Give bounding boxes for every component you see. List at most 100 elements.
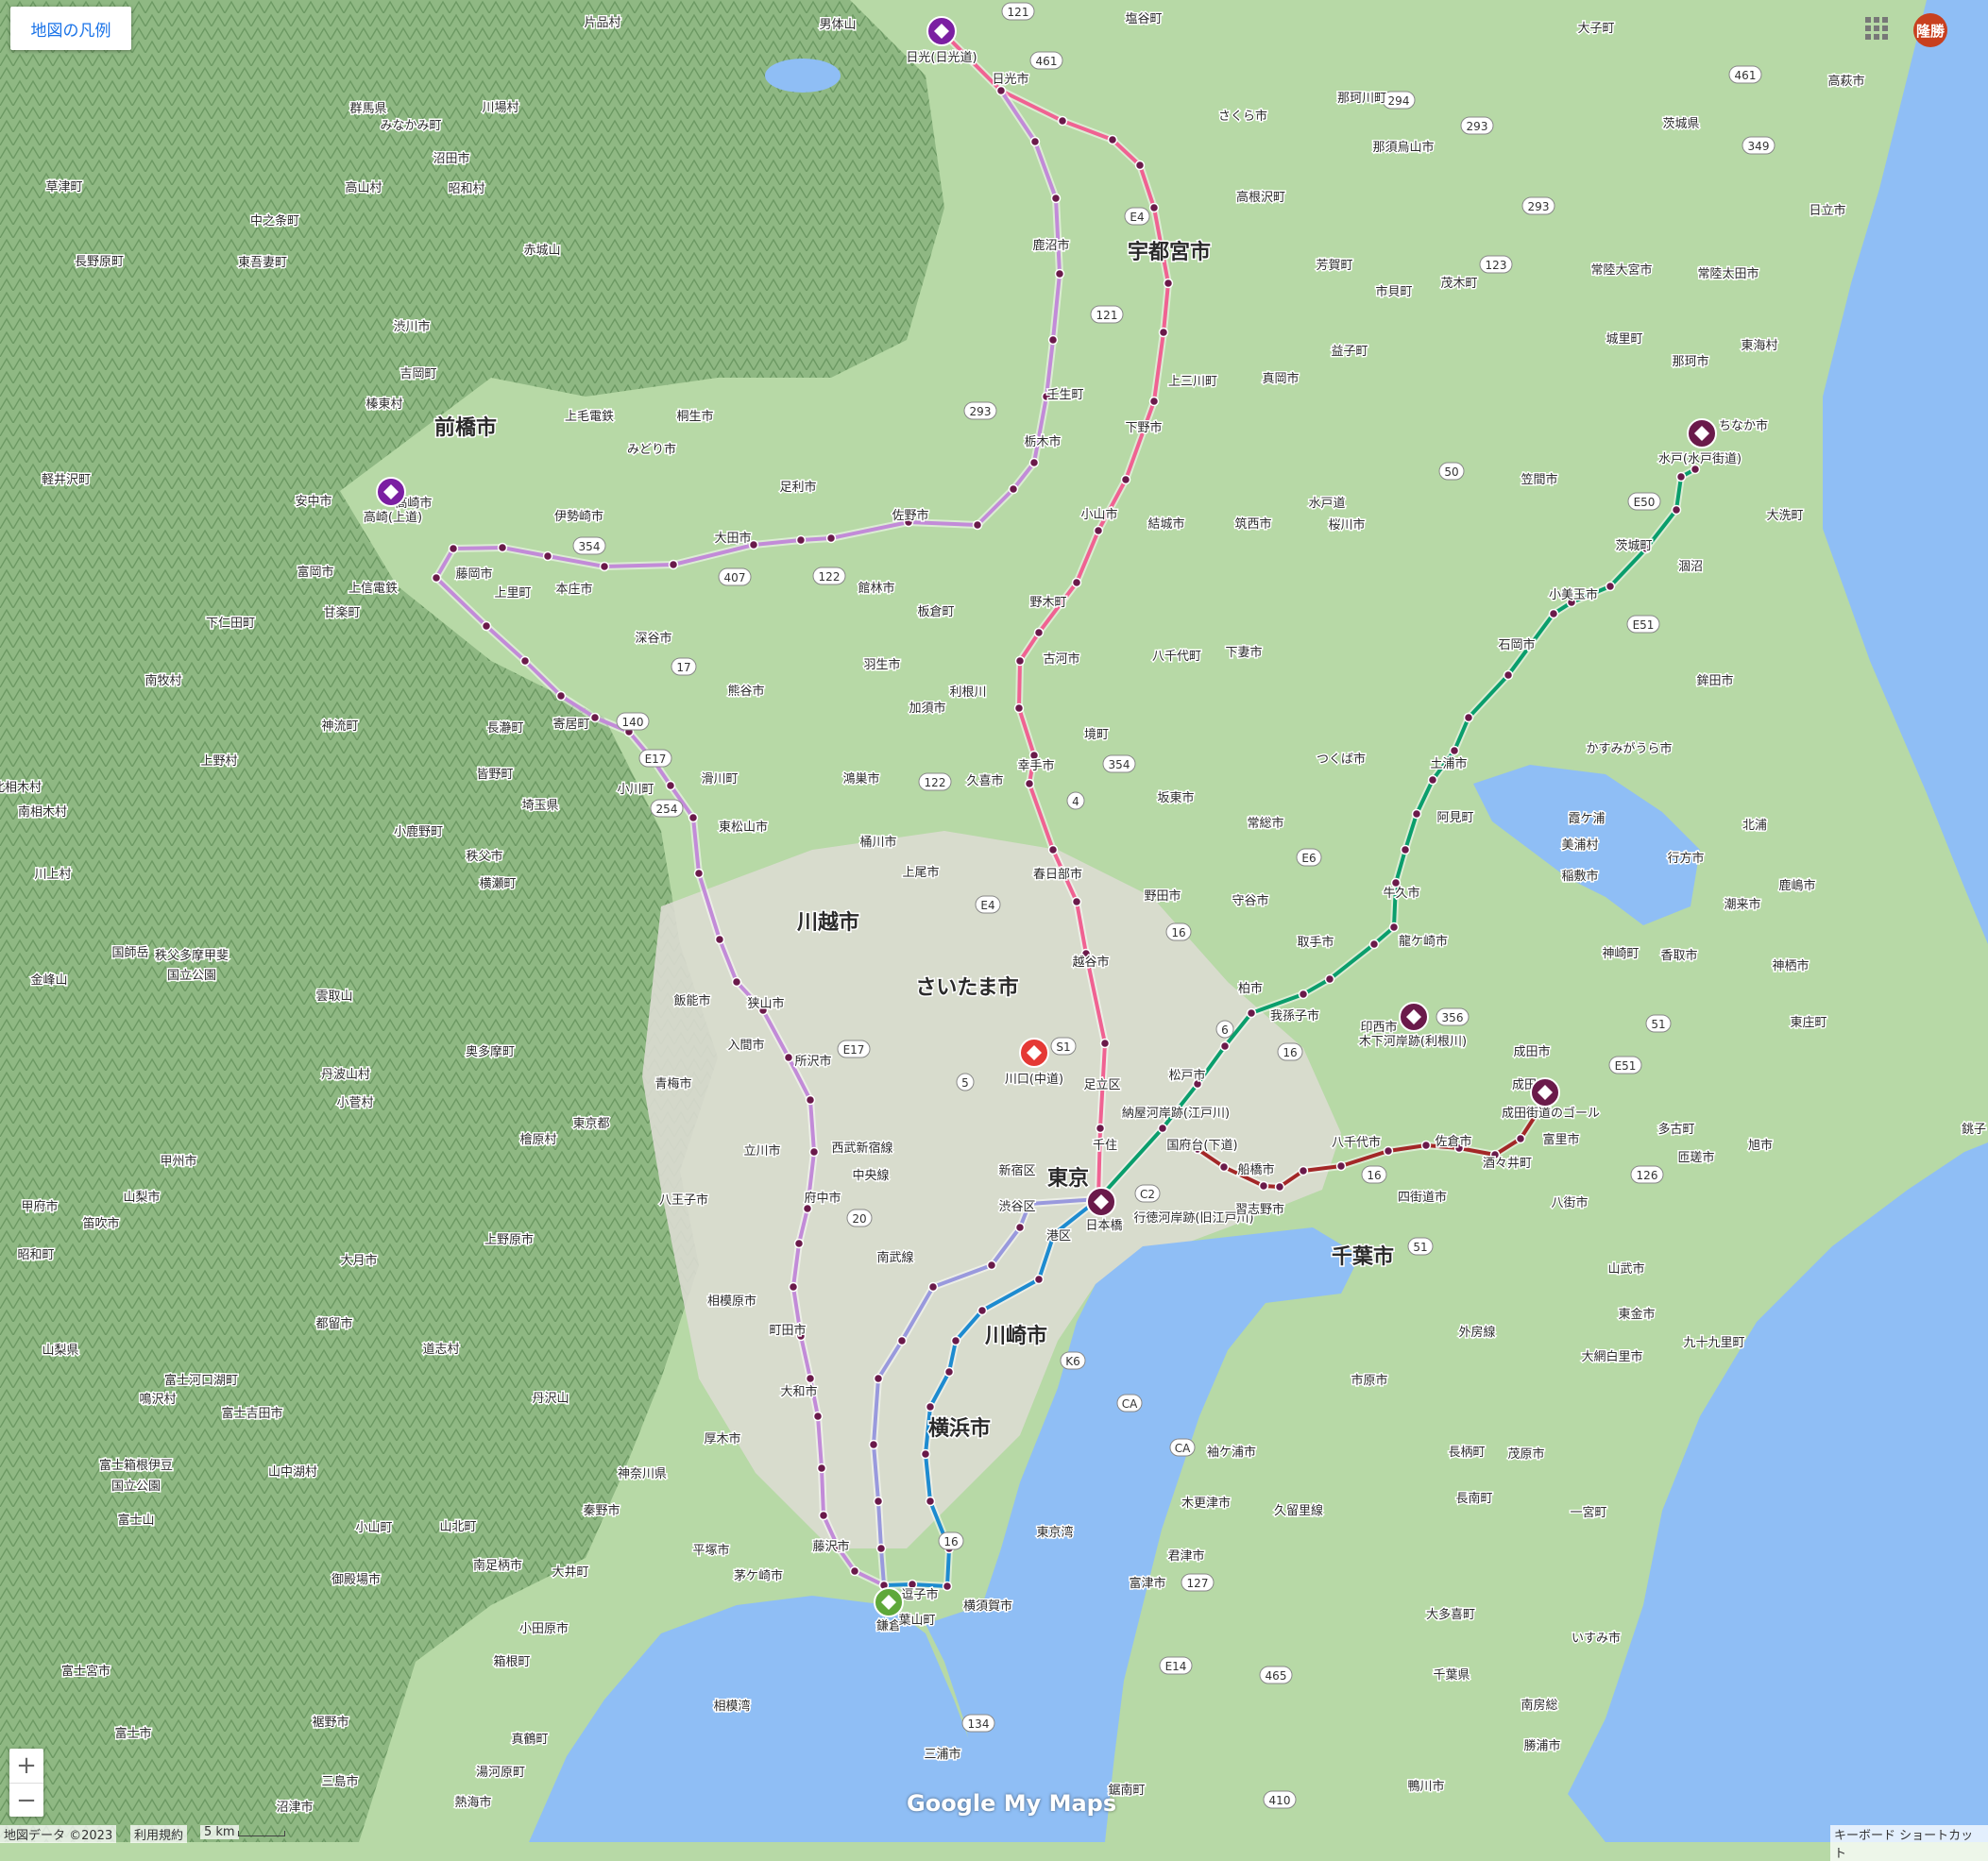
route-stop-nikko[interactable] xyxy=(1163,278,1174,289)
route-stop-mito[interactable] xyxy=(1427,774,1438,786)
route-stop-nakasendo[interactable] xyxy=(1050,193,1062,204)
route-stop-mito[interactable] xyxy=(1368,939,1380,950)
zoom-in-button[interactable]: + xyxy=(9,1749,43,1783)
route-stop-mito[interactable] xyxy=(1671,504,1682,516)
route-stop-nikko[interactable] xyxy=(1107,134,1118,145)
route-stop-nakasendo[interactable] xyxy=(542,550,553,562)
route-stop-narita[interactable] xyxy=(1383,1145,1394,1157)
route-stop-narita[interactable] xyxy=(1274,1181,1285,1193)
route-stop-nikko[interactable] xyxy=(1148,202,1160,213)
route-stop-nakasendo[interactable] xyxy=(1028,457,1040,468)
route-stop-mito[interactable] xyxy=(1324,973,1335,985)
takasaki-marker[interactable] xyxy=(376,477,406,507)
route-stop-mito[interactable] xyxy=(1157,1123,1168,1134)
route-stop-narita[interactable] xyxy=(1515,1133,1526,1144)
route-stop-nikko[interactable] xyxy=(1033,627,1045,638)
route-stop-nakasendo[interactable] xyxy=(1029,136,1041,147)
route-stop-nakasendo[interactable] xyxy=(1047,334,1059,346)
route-stop-nakasendo[interactable] xyxy=(795,534,807,546)
route-stop-nakasendo[interactable] xyxy=(688,812,699,823)
route-stop-nakasendo[interactable] xyxy=(448,543,459,554)
route-stop-kamakura[interactable] xyxy=(873,1373,884,1384)
route-stop-nakasendo[interactable] xyxy=(693,868,705,879)
route-stop-kamakura[interactable] xyxy=(1014,1222,1026,1233)
route-stop-nakasendo[interactable] xyxy=(805,1373,816,1384)
map-legend-button[interactable]: 地図の凡例 xyxy=(10,7,131,50)
route-stop-nikko[interactable] xyxy=(1093,525,1104,536)
route-stop-nikko[interactable] xyxy=(1148,396,1160,407)
route-stop-nakasendo[interactable] xyxy=(816,1463,827,1474)
route-stop-nikko[interactable] xyxy=(1024,778,1035,789)
route-stop-mito[interactable] xyxy=(1675,471,1687,482)
route-stop-tokaido[interactable] xyxy=(943,1366,955,1378)
route-stop-mito[interactable] xyxy=(1449,745,1460,756)
route-stop-mito[interactable] xyxy=(1246,1007,1257,1019)
route-stop-tokaido[interactable] xyxy=(942,1581,953,1592)
route-stop-tokaido[interactable] xyxy=(1033,1274,1045,1285)
narita-goal-marker[interactable] xyxy=(1530,1077,1560,1108)
route-stop-nakasendo[interactable] xyxy=(481,620,492,632)
nikko-marker[interactable] xyxy=(926,16,957,46)
route-stop-nakasendo[interactable] xyxy=(849,1565,860,1577)
route-stop-nikko[interactable] xyxy=(1134,160,1146,171)
route-stop-nikko[interactable] xyxy=(1013,702,1025,714)
route-stop-mito[interactable] xyxy=(1219,1040,1231,1052)
zoom-out-button[interactable]: − xyxy=(9,1784,43,1818)
route-stop-nakasendo[interactable] xyxy=(731,976,742,988)
route-stop-kamakura[interactable] xyxy=(896,1335,908,1346)
route-stop-tokaido[interactable] xyxy=(925,1401,936,1413)
route-stop-narita[interactable] xyxy=(1218,1161,1230,1173)
route-stop-nakasendo[interactable] xyxy=(519,655,531,667)
route-stop-nakasendo[interactable] xyxy=(805,1094,816,1106)
route-stop-nakasendo[interactable] xyxy=(972,519,983,531)
route-stop-nakasendo[interactable] xyxy=(1054,268,1065,279)
terms-link[interactable]: 利用規約 xyxy=(130,1825,188,1843)
route-stop-nakasendo[interactable] xyxy=(783,1052,794,1063)
route-stop-nikko[interactable] xyxy=(1047,844,1059,855)
route-stop-nakasendo[interactable] xyxy=(1008,483,1019,495)
route-stop-kamakura[interactable] xyxy=(873,1496,884,1507)
route-stop-nakasendo[interactable] xyxy=(668,559,679,570)
route-stop-nakasendo[interactable] xyxy=(555,690,567,702)
route-stop-nakasendo[interactable] xyxy=(825,533,837,544)
route-stop-mito[interactable] xyxy=(1411,808,1422,820)
route-stop-nakasendo[interactable] xyxy=(788,1281,799,1293)
route-stop-nikko[interactable] xyxy=(1095,1123,1106,1134)
route-stop-tokaido[interactable] xyxy=(920,1448,931,1460)
route-stop-mito[interactable] xyxy=(1548,608,1559,619)
route-stop-mito[interactable] xyxy=(1503,669,1514,681)
route-stop-nikko[interactable] xyxy=(1071,577,1082,588)
route-stop-nakasendo[interactable] xyxy=(497,542,508,553)
route-stop-nakasendo[interactable] xyxy=(793,1238,805,1249)
route-stop-narita[interactable] xyxy=(1335,1160,1347,1172)
route-stop-nakasendo[interactable] xyxy=(714,934,725,945)
keyboard-shortcuts-link[interactable]: キーボード ショートカット xyxy=(1830,1825,1988,1861)
kawaguchi-marker[interactable] xyxy=(1019,1038,1049,1068)
route-stop-mito[interactable] xyxy=(1298,989,1309,1000)
route-stop-mito[interactable] xyxy=(1463,712,1474,723)
route-stop-mito[interactable] xyxy=(1388,922,1400,933)
kisarazu-hiker-marker[interactable] xyxy=(1399,1002,1429,1032)
route-stop-mito[interactable] xyxy=(1400,844,1411,855)
route-stop-nakasendo[interactable] xyxy=(995,85,1007,96)
kamakura-marker[interactable] xyxy=(874,1587,904,1617)
user-avatar[interactable]: 隆勝 xyxy=(1913,13,1947,47)
route-stop-narita[interactable] xyxy=(1298,1165,1309,1176)
route-stop-nikko[interactable] xyxy=(1158,327,1169,338)
route-stop-nakasendo[interactable] xyxy=(665,780,676,791)
route-stop-mito[interactable] xyxy=(1605,581,1616,592)
route-stop-narita[interactable] xyxy=(1258,1180,1269,1192)
route-stop-kamakura[interactable] xyxy=(927,1281,939,1293)
route-stop-nakasendo[interactable] xyxy=(808,1146,820,1158)
route-stop-nakasendo[interactable] xyxy=(812,1411,824,1422)
route-stop-kamakura[interactable] xyxy=(875,1543,887,1554)
route-stop-nikko[interactable] xyxy=(1071,896,1082,907)
route-stop-nikko[interactable] xyxy=(1120,474,1131,485)
route-stop-kamakura[interactable] xyxy=(986,1260,997,1271)
mito-marker[interactable] xyxy=(1687,418,1717,448)
apps-grid-icon[interactable] xyxy=(1865,17,1888,40)
route-stop-nikko[interactable] xyxy=(1057,115,1068,127)
route-stop-tokaido[interactable] xyxy=(950,1335,961,1346)
route-stop-tokaido[interactable] xyxy=(977,1305,988,1316)
route-stop-nakasendo[interactable] xyxy=(589,712,601,723)
